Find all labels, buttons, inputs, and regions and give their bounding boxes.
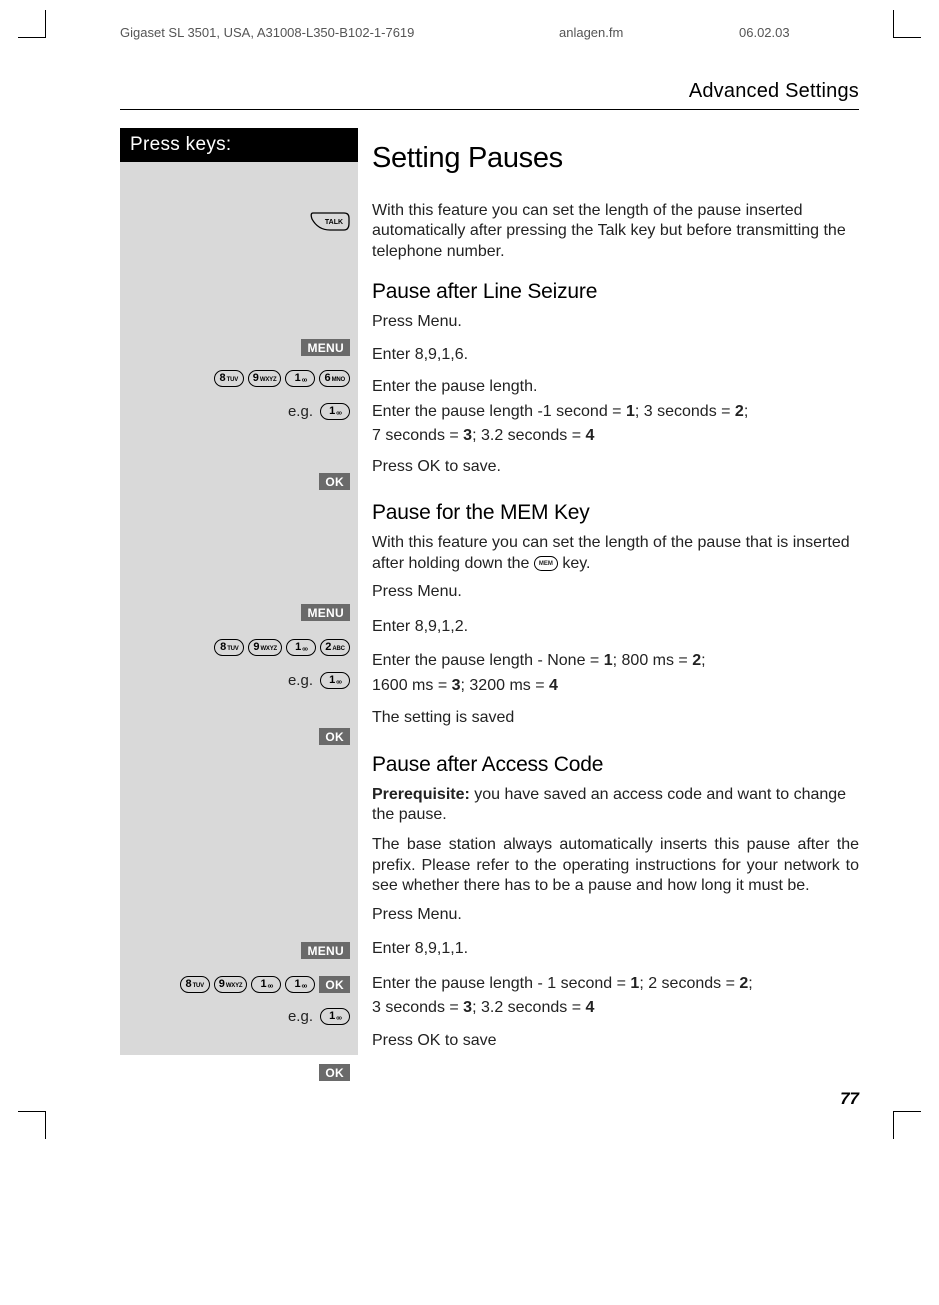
instruction-text: Enter the pause length. — [372, 377, 859, 397]
left-column: Press keys: TALK MENU 8TUV 9WXYZ 1ₒₒ 6MN… — [120, 128, 358, 1055]
instruction-text: Press Menu. — [372, 582, 859, 602]
instruction-text: Press OK to save. — [372, 457, 859, 477]
instruction-text: With this feature you can set the length… — [372, 533, 859, 574]
main-title: Setting Pauses — [372, 142, 859, 175]
menu-softkey: MENU — [301, 942, 350, 959]
eg-label: e.g. — [288, 403, 313, 420]
key-1-icon: 1ₒₒ — [320, 672, 350, 689]
page-number: 77 — [120, 1089, 859, 1109]
key-1-icon: 1ₒₒ — [320, 1008, 350, 1025]
svg-text:TALK: TALK — [325, 219, 343, 226]
key-9-icon: 9WXYZ — [214, 976, 248, 993]
instruction-text: 7 seconds = 3; 3.2 seconds = 4 — [372, 426, 859, 446]
subheading: Pause after Access Code — [372, 753, 859, 777]
key-9-icon: 9WXYZ — [248, 639, 282, 656]
ok-softkey: OK — [319, 1064, 350, 1081]
subheading: Pause after Line Seizure — [372, 280, 859, 304]
ok-softkey: OK — [319, 728, 350, 745]
instruction-text: Enter the pause length - None = 1; 800 m… — [372, 651, 859, 671]
instruction-text: Prerequisite: you have saved an access c… — [372, 785, 859, 826]
eg-label: e.g. — [288, 672, 313, 689]
instruction-text: Enter 8,9,1,2. — [372, 617, 859, 637]
key-1-icon: 1ₒₒ — [285, 370, 315, 387]
menu-softkey: MENU — [301, 604, 350, 621]
eg-label: e.g. — [288, 1008, 313, 1025]
right-column: Setting Pauses With this feature you can… — [358, 128, 859, 1055]
key-2-icon: 2ABC — [320, 639, 350, 656]
instruction-text: Enter the pause length - 1 second = 1; 2… — [372, 974, 859, 994]
talk-key-icon: TALK — [310, 219, 350, 236]
key-8-icon: 8TUV — [180, 976, 210, 993]
instruction-text: Press Menu. — [372, 312, 859, 332]
mem-key-icon: MEM — [534, 556, 558, 571]
ok-softkey: OK — [319, 976, 350, 993]
instruction-text: Enter the pause length -1 second = 1; 3 … — [372, 402, 859, 422]
instruction-text: The base station always automatically in… — [372, 835, 859, 896]
key-6-icon: 6MNO — [319, 370, 350, 387]
instruction-text: 3 seconds = 3; 3.2 seconds = 4 — [372, 998, 859, 1018]
key-1-icon: 1ₒₒ — [251, 976, 281, 993]
key-8-icon: 8TUV — [214, 370, 244, 387]
running-header: Gigaset SL 3501, USA, A31008-L350-B102-1… — [120, 25, 859, 40]
instruction-text: Press Menu. — [372, 905, 859, 925]
instruction-text: The setting is saved — [372, 708, 859, 728]
crop-mark — [18, 10, 46, 38]
intro-paragraph: With this feature you can set the length… — [372, 201, 859, 262]
section-title: Advanced Settings — [120, 80, 859, 110]
key-9-icon: 9WXYZ — [248, 370, 282, 387]
instruction-text: Enter 8,9,1,1. — [372, 939, 859, 959]
subheading: Pause for the MEM Key — [372, 501, 859, 525]
header-left: Gigaset SL 3501, USA, A31008-L350-B102-1… — [120, 25, 559, 40]
key-8-icon: 8TUV — [214, 639, 244, 656]
header-mid: anlagen.fm — [559, 25, 739, 40]
instruction-text: Enter 8,9,1,6. — [372, 345, 859, 365]
instruction-text: 1600 ms = 3; 3200 ms = 4 — [372, 676, 859, 696]
header-right: 06.02.03 — [739, 25, 859, 40]
key-1-icon: 1ₒₒ — [286, 639, 316, 656]
instruction-text: Press OK to save — [372, 1031, 859, 1051]
page: Gigaset SL 3501, USA, A31008-L350-B102-1… — [0, 0, 939, 1149]
press-keys-header: Press keys: — [120, 128, 358, 162]
menu-softkey: MENU — [301, 339, 350, 356]
crop-mark — [18, 1111, 46, 1139]
crop-mark — [893, 1111, 921, 1139]
ok-softkey: OK — [319, 473, 350, 490]
crop-mark — [893, 10, 921, 38]
key-1-icon: 1ₒₒ — [320, 403, 350, 420]
key-1-icon: 1ₒₒ — [285, 976, 315, 993]
